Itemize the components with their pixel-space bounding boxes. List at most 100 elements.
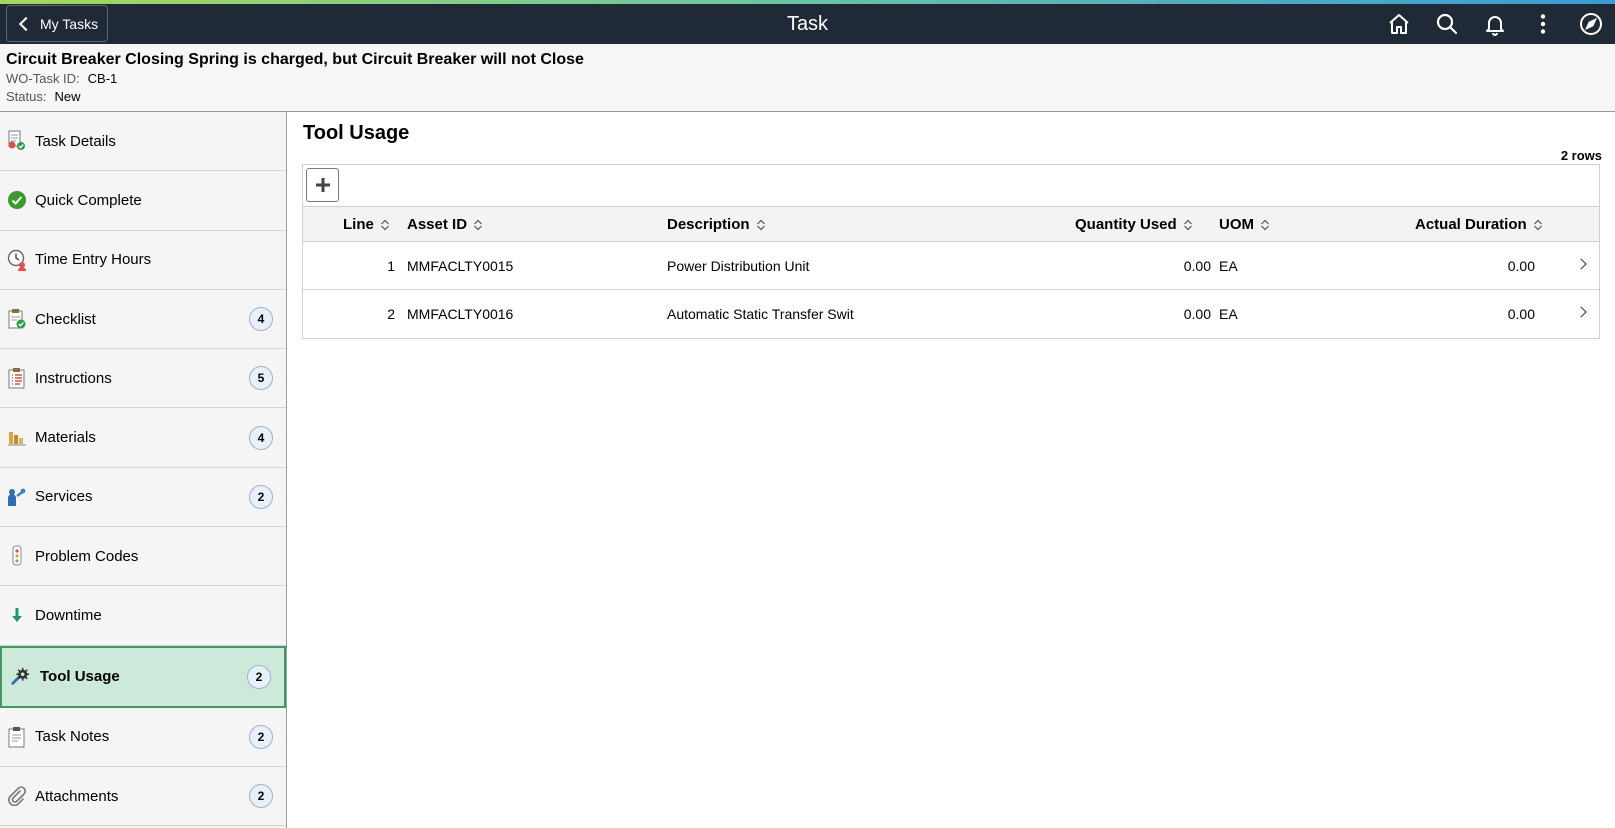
column-header-label: Actual Duration (1415, 216, 1527, 233)
sidebar-nav: Task Details Quick Complete Time Entry H… (0, 112, 287, 828)
sort-icon (756, 219, 766, 231)
add-row-button[interactable] (306, 168, 339, 202)
column-header-label: Description (667, 216, 750, 233)
paperclip-icon (7, 785, 27, 807)
sidebar-item-downtime[interactable]: Downtime (0, 586, 286, 646)
sort-icon (1260, 219, 1270, 231)
main-content: Tool Usage 2 rows Line Asset ID Descript… (288, 112, 1615, 828)
cell-asset-id: MMFACLTY0015 (407, 257, 514, 274)
home-icon[interactable] (1375, 4, 1423, 44)
tools-icon (10, 666, 30, 688)
sidebar-item-attachments[interactable]: Attachments 2 (0, 767, 286, 827)
column-header-label: UOM (1219, 216, 1254, 233)
tool-usage-grid: Line Asset ID Description Quantity Used … (302, 164, 1600, 339)
chevron-left-icon (18, 16, 34, 31)
chevron-right-icon (1575, 258, 1587, 270)
count-badge: 2 (249, 784, 273, 809)
cell-line: 1 (387, 257, 395, 274)
sidebar-item-label: Tool Usage (40, 668, 120, 686)
column-header-line[interactable]: Line (343, 207, 390, 242)
task-id-value: CB-1 (87, 71, 118, 86)
count-badge: 2 (249, 484, 273, 509)
column-header-actual-duration[interactable]: Actual Duration (1415, 207, 1543, 242)
search-icon[interactable] (1423, 4, 1471, 44)
count-badge: 4 (249, 425, 273, 450)
materials-icon (7, 427, 27, 449)
task-details-icon (7, 130, 27, 152)
checklist-icon (7, 308, 27, 330)
sidebar-item-materials[interactable]: Materials 4 (0, 408, 286, 468)
count-badge: 4 (249, 307, 273, 332)
compass-icon[interactable] (1567, 4, 1615, 44)
cell-actual-duration: 0.00 (1507, 257, 1535, 274)
task-info-panel: Circuit Breaker Closing Spring is charge… (0, 44, 1615, 112)
sidebar-item-tool-usage[interactable]: Tool Usage 2 (0, 645, 286, 708)
count-badge: 5 (249, 366, 273, 391)
sidebar-item-checklist[interactable]: Checklist 4 (0, 290, 286, 350)
sort-icon (473, 219, 483, 231)
column-header-asset-id[interactable]: Asset ID (407, 207, 483, 242)
services-icon (7, 486, 27, 508)
column-header-description[interactable]: Description (667, 207, 766, 242)
check-circle-icon (7, 189, 27, 211)
notes-icon (7, 726, 27, 748)
cell-quantity-used: 0.00 (1183, 257, 1211, 274)
column-header-label: Quantity Used (1075, 216, 1177, 233)
sidebar-item-label: Attachments (35, 787, 119, 805)
sidebar-item-time-entry-hours[interactable]: Time Entry Hours (0, 231, 286, 290)
task-id: WO-Task ID: CB-1 (6, 71, 117, 86)
sidebar-item-instructions[interactable]: Instructions 5 (0, 349, 286, 409)
instructions-icon (7, 367, 27, 389)
sidebar-item-quick-complete[interactable]: Quick Complete (0, 171, 286, 231)
clock-person-icon (7, 249, 27, 271)
column-header-label: Asset ID (407, 216, 468, 233)
more-vertical-icon[interactable] (1519, 4, 1567, 44)
sidebar-item-task-details[interactable]: Task Details (0, 112, 286, 172)
row-count: 2 rows (1560, 148, 1602, 163)
header-bar: My Tasks Task (0, 4, 1615, 44)
sidebar-item-label: Services (35, 488, 93, 506)
cell-description: Power Distribution Unit (667, 257, 810, 274)
sidebar-item-label: Task Details (35, 132, 116, 150)
sort-icon (1183, 219, 1193, 231)
cell-description: Automatic Static Transfer Swit (667, 305, 854, 322)
cell-asset-id: MMFACLTY0016 (407, 305, 514, 322)
back-button[interactable]: My Tasks (6, 5, 108, 42)
cell-quantity-used: 0.00 (1183, 305, 1211, 322)
sort-icon (380, 219, 390, 231)
task-status: Status: New (6, 89, 80, 104)
sidebar-item-label: Checklist (35, 310, 96, 328)
grid-header-row: Line Asset ID Description Quantity Used … (303, 207, 1599, 242)
sidebar-item-label: Time Entry Hours (35, 251, 152, 269)
sidebar-item-label: Problem Codes (35, 547, 139, 565)
header-actions (1375, 4, 1615, 44)
page-title: Task (786, 13, 829, 35)
grid-toolbar (303, 165, 1599, 207)
cell-line: 2 (387, 305, 395, 322)
count-badge: 2 (247, 664, 271, 689)
problem-codes-icon (7, 545, 27, 567)
column-header-label: Line (343, 216, 374, 233)
sidebar-item-problem-codes[interactable]: Problem Codes (0, 527, 286, 587)
column-header-quantity-used[interactable]: Quantity Used (1075, 207, 1193, 242)
sidebar-item-label: Instructions (35, 369, 112, 387)
sidebar-item-label: Quick Complete (35, 191, 142, 209)
task-id-label: WO-Task ID: (6, 71, 80, 86)
table-row[interactable]: 1 MMFACLTY0015 Power Distribution Unit 0… (303, 242, 1599, 290)
table-row[interactable]: 2 MMFACLTY0016 Automatic Static Transfer… (303, 290, 1599, 338)
sidebar-item-label: Downtime (35, 607, 102, 625)
sidebar-item-task-notes[interactable]: Task Notes 2 (0, 708, 286, 767)
sidebar-item-label: Task Notes (35, 728, 110, 746)
chevron-right-icon (1575, 306, 1587, 318)
plus-icon (315, 178, 330, 192)
down-arrow-icon (7, 605, 27, 627)
sort-icon (1533, 219, 1543, 231)
sidebar-item-label: Materials (35, 429, 96, 447)
task-title: Circuit Breaker Closing Spring is charge… (6, 51, 584, 68)
bell-icon[interactable] (1471, 4, 1519, 44)
sidebar-item-services[interactable]: Services 2 (0, 468, 286, 528)
column-header-uom[interactable]: UOM (1219, 207, 1270, 242)
cell-actual-duration: 0.00 (1507, 305, 1535, 322)
back-button-label: My Tasks (40, 15, 99, 32)
count-badge: 2 (249, 724, 273, 749)
